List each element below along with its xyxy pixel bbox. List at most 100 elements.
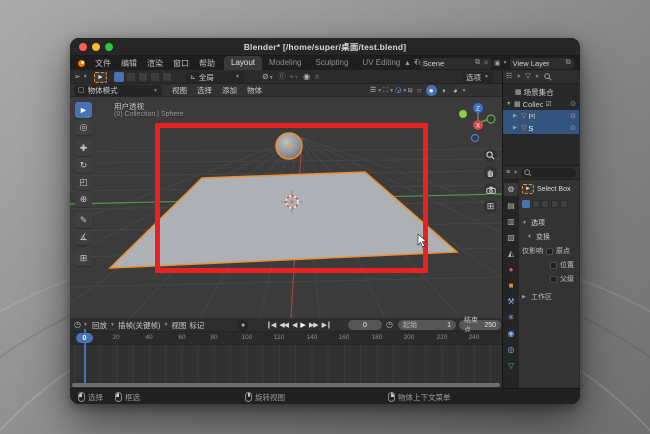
mode-subtract-icon[interactable] bbox=[541, 200, 549, 208]
outliner-filter-icon[interactable]: ▽ bbox=[525, 73, 530, 80]
maximize-button[interactable] bbox=[105, 43, 113, 51]
tab-layout[interactable]: Layout bbox=[224, 56, 263, 70]
tab-physics-icon[interactable]: ◉ bbox=[504, 327, 518, 340]
select-box-tool-icon[interactable]: ► bbox=[94, 71, 107, 83]
xray-toggle-icon[interactable]: ⧅ bbox=[408, 87, 412, 94]
properties-search-input[interactable] bbox=[521, 167, 576, 178]
play-button[interactable]: ▶ bbox=[300, 321, 305, 329]
expand-arrow-icon[interactable]: ▶ bbox=[513, 125, 519, 131]
pan-hand-icon[interactable] bbox=[484, 166, 497, 179]
frame-start-field[interactable]: 起始 1 bbox=[398, 320, 456, 330]
menu-file[interactable]: 文件 bbox=[90, 58, 116, 69]
menu-render[interactable]: 渲染 bbox=[142, 58, 168, 69]
tab-modifiers-icon[interactable]: ⚒ bbox=[504, 295, 518, 308]
menu-edit[interactable]: 编辑 bbox=[116, 58, 142, 69]
playhead[interactable]: 0 bbox=[76, 333, 93, 343]
proportional-edit-icon[interactable]: ◉ bbox=[303, 73, 310, 81]
active-tool-row[interactable]: ► Select Box bbox=[522, 184, 570, 194]
snap-magnet-icon[interactable]: 🄋 bbox=[278, 73, 286, 81]
overlays-toggle-icon[interactable]: ◶ bbox=[395, 87, 401, 94]
view-layer-field[interactable]: View Layer ⧉ bbox=[509, 57, 574, 69]
active-tool-dropdown-icon[interactable]: ➢ bbox=[74, 73, 81, 81]
workspace-panel-header[interactable]: ▶ 工作区 bbox=[522, 292, 552, 302]
expand-arrow-icon[interactable]: ▶ bbox=[513, 113, 519, 119]
tab-object-icon[interactable]: ■ bbox=[504, 279, 518, 292]
timeline-scrollbar[interactable] bbox=[72, 383, 500, 387]
options-dropdown[interactable]: 选项 ▼ bbox=[462, 71, 493, 83]
shading-wireframe-icon[interactable]: ○ bbox=[414, 85, 425, 96]
outliner-editor-type-icon[interactable]: ☷ bbox=[506, 73, 512, 80]
collection-checkbox-icon[interactable]: ☑ bbox=[545, 100, 551, 108]
auto-keying-record-button[interactable]: ● bbox=[238, 319, 249, 331]
menu-view[interactable]: 视图 bbox=[168, 85, 191, 96]
unlink-scene-icon[interactable]: ✕ bbox=[483, 59, 489, 67]
view-layer-icon[interactable]: ▣ bbox=[494, 59, 501, 67]
tool-rotate-icon[interactable]: ↻ bbox=[75, 157, 92, 173]
tab-particles-icon[interactable]: ✳ bbox=[504, 311, 518, 324]
tool-cursor-icon[interactable]: ◎ bbox=[75, 119, 92, 135]
camera-view-icon[interactable] bbox=[484, 183, 497, 196]
tool-move-icon[interactable]: ✚ bbox=[75, 140, 92, 156]
transform-orientation-dropdown[interactable]: ⊾ 全局 ▼ bbox=[186, 71, 244, 83]
timeline-track-area[interactable] bbox=[70, 345, 502, 388]
shading-rendered-icon[interactable]: ◕ bbox=[450, 85, 461, 96]
select-mode-subtract[interactable] bbox=[138, 72, 148, 82]
select-mode-invert[interactable] bbox=[150, 72, 160, 82]
menu-help[interactable]: 帮助 bbox=[194, 58, 220, 69]
expand-arrow-icon[interactable]: ▼ bbox=[506, 101, 512, 107]
shading-material-icon[interactable]: ◑ bbox=[438, 85, 449, 96]
outliner-collection-row[interactable]: ▼ ▦ Collec ☑ ⊙ bbox=[503, 98, 579, 110]
select-mode-set[interactable] bbox=[114, 72, 124, 82]
origins-checkbox[interactable] bbox=[546, 247, 553, 255]
locations-checkbox[interactable] bbox=[550, 261, 557, 269]
navigation-gizmo[interactable]: Z X bbox=[459, 103, 496, 143]
scene-field[interactable]: Scene ⧉ ✕ bbox=[419, 57, 492, 69]
tab-modeling[interactable]: Modeling bbox=[262, 56, 308, 70]
menu-view-timeline[interactable]: 视图 bbox=[171, 320, 186, 331]
menu-add[interactable]: 添加 bbox=[218, 85, 241, 96]
tool-annotate-icon[interactable]: ✎ bbox=[75, 212, 92, 228]
viewport-3d[interactable]: Z X 用户透视 (0) Collection | Sphere ► ◎ ✚ ↻… bbox=[70, 97, 502, 318]
mode-invert-icon[interactable] bbox=[550, 200, 559, 208]
proportional-falloff-icon[interactable]: ∧ bbox=[314, 73, 320, 81]
next-keyframe-button[interactable]: ▶▶ bbox=[309, 321, 319, 329]
tab-tool-icon[interactable]: ⚙ bbox=[504, 183, 518, 196]
object-visibility-dropdown-icon[interactable]: ☰ bbox=[370, 87, 376, 94]
shading-solid-icon[interactable]: ● bbox=[425, 85, 437, 96]
tab-uv-editing[interactable]: UV Editing bbox=[355, 56, 407, 70]
tab-sculpting[interactable]: Sculpting bbox=[309, 56, 356, 70]
timeline-ruler[interactable]: 20 40 60 80 100 120 140 160 180 200 220 … bbox=[70, 332, 502, 345]
menu-playback[interactable]: 回放 bbox=[92, 320, 107, 331]
snap-target-dropdown-icon[interactable]: ⌖▼ bbox=[290, 73, 299, 81]
tab-data-icon[interactable]: ▽ bbox=[504, 359, 518, 372]
tab-world-icon[interactable]: ● bbox=[504, 263, 518, 276]
current-frame-field[interactable]: 0 bbox=[348, 320, 382, 330]
select-mode-extend[interactable] bbox=[126, 72, 136, 82]
eye-icon[interactable]: ⊙ bbox=[570, 112, 576, 120]
editor-type-clock-icon[interactable]: ◷ bbox=[74, 321, 81, 329]
frame-end-field[interactable]: 结束点 250 bbox=[459, 317, 501, 334]
prev-keyframe-button[interactable]: ◀◀ bbox=[279, 321, 289, 329]
preview-range-clock-icon[interactable]: ◷ bbox=[386, 321, 393, 329]
tool-measure-icon[interactable]: ∡ bbox=[75, 229, 92, 245]
tool-scale-icon[interactable]: ◰ bbox=[75, 174, 92, 190]
transform-panel-header[interactable]: ▼ 变换 bbox=[527, 232, 550, 242]
tab-render-icon[interactable]: ▤ bbox=[504, 199, 518, 212]
jump-to-end-button[interactable]: ▶❙ bbox=[322, 321, 332, 329]
outliner-sphere-row[interactable]: ▶ ▽ S ⊙ bbox=[503, 122, 579, 134]
menu-object[interactable]: 物体 bbox=[243, 85, 266, 96]
eye-icon[interactable]: ⊙ bbox=[570, 100, 576, 108]
tool-add-cube-icon[interactable]: ⊞ bbox=[75, 250, 92, 266]
orthographic-grid-icon[interactable]: ⊞ bbox=[484, 200, 497, 213]
mode-dropdown[interactable]: ▢ 物体模式 ▼ bbox=[74, 85, 162, 96]
tool-transform-icon[interactable]: ⊕ bbox=[75, 191, 92, 207]
gizmos-toggle-icon[interactable]: ⛶ bbox=[383, 87, 388, 94]
menu-window[interactable]: 窗口 bbox=[168, 58, 194, 69]
jump-to-start-button[interactable]: ❙◀ bbox=[266, 321, 276, 329]
tab-output-icon[interactable]: ▥ bbox=[504, 215, 518, 228]
parents-checkbox[interactable] bbox=[550, 275, 557, 283]
new-scene-icon[interactable]: ⧉ bbox=[475, 59, 480, 67]
select-mode-intersect[interactable] bbox=[162, 72, 172, 82]
search-icon[interactable] bbox=[543, 72, 552, 81]
menu-select[interactable]: 选择 bbox=[193, 85, 216, 96]
